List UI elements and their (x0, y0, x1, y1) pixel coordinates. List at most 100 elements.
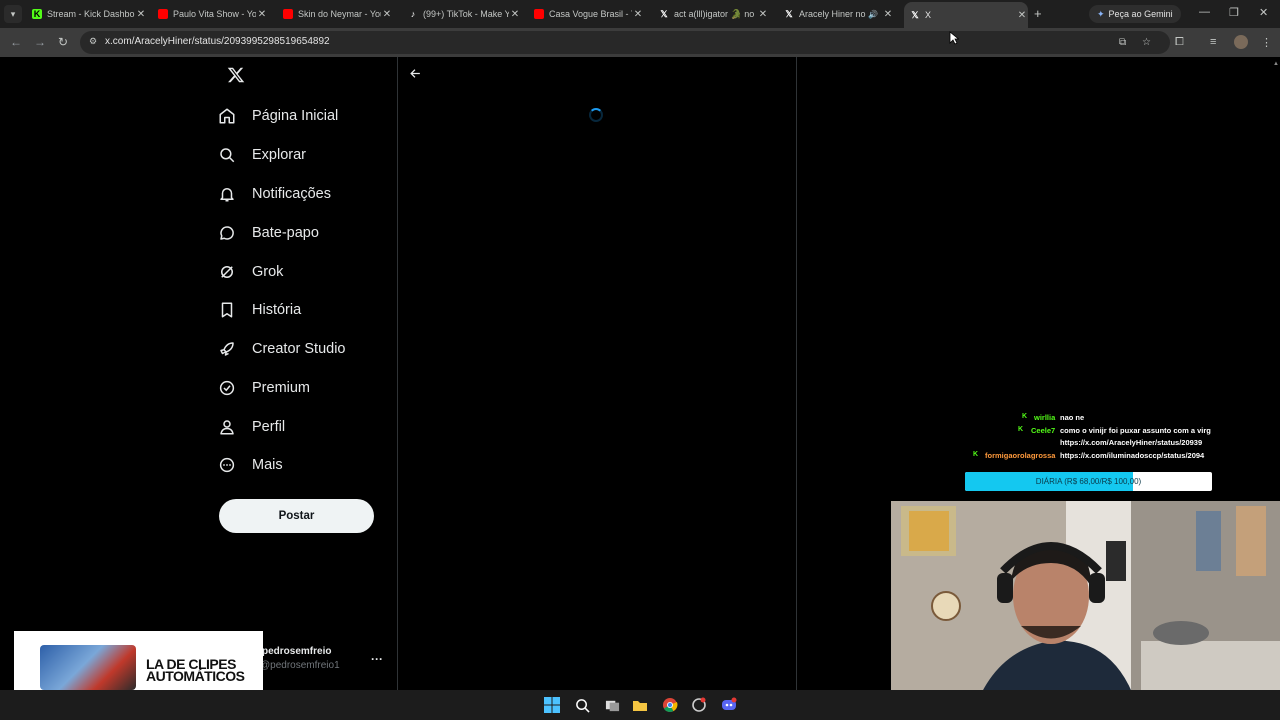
close-icon[interactable]: ✕ (632, 9, 644, 20)
tab-x-alligator[interactable]: 𝕏 act a(lll)igator 🐊 no ✕ (659, 4, 769, 24)
chrome-icon[interactable] (661, 696, 679, 714)
tab-search-button[interactable]: ▾ (4, 5, 22, 23)
tab-tiktok[interactable]: ♪ (99+) TikTok - Make Y ✕ (408, 4, 521, 24)
tab-title: X (925, 10, 932, 20)
goal-label: DIÁRIA (R$ 68,00/R$ 100,00) (1035, 477, 1142, 486)
back-arrow-icon[interactable] (409, 67, 422, 83)
kick-icon: K (973, 451, 979, 458)
nav-notifications[interactable]: Notificações (218, 176, 331, 212)
nav-profile[interactable]: Perfil (218, 409, 285, 445)
close-icon[interactable]: ✕ (256, 9, 268, 20)
tab-youtube-neymar[interactable]: Skin do Neymar - You ✕ (283, 4, 393, 24)
rocket-icon (218, 337, 252, 361)
chat-username: Ceele7 (1031, 426, 1056, 435)
nav-creator-studio[interactable]: Creator Studio (218, 331, 346, 367)
nav-premium[interactable]: Premium (218, 370, 310, 406)
nav-label: Creator Studio (252, 341, 346, 357)
chat-text: https://x.com/AracelyHiner/status/20939 (1060, 438, 1203, 447)
restore-icon[interactable]: ❐ (1229, 6, 1239, 19)
windows-start-icon[interactable] (543, 696, 561, 714)
ask-gemini-button[interactable]: ✦ Peça ao Gemini (1089, 5, 1181, 23)
kebab-menu-icon[interactable]: ⋮ (1261, 36, 1272, 49)
bookmark-star-icon[interactable]: ☆ (1142, 37, 1151, 48)
account-name: pedrosemfreio (262, 646, 332, 657)
chat-text: nao ne (1060, 413, 1085, 422)
nav-grok[interactable]: Grok (218, 254, 283, 290)
webcam-scene (891, 501, 1280, 720)
gemini-sparkle-icon: ✦ (1097, 8, 1105, 19)
install-app-icon[interactable]: ⧉ (1119, 37, 1126, 48)
close-icon[interactable]: ✕ (1016, 10, 1028, 21)
speaker-icon[interactable]: 🔊 (868, 10, 878, 19)
scroll-up-arrow-icon[interactable]: ▲ (1273, 61, 1279, 67)
window-close-icon[interactable]: ✕ (1259, 6, 1268, 19)
tab-x-aracely[interactable]: 𝕏 Aracely Hiner no X 🔊 ✕ (784, 4, 894, 24)
taskbar-search-icon[interactable] (573, 696, 591, 714)
kick-icon: K (1022, 413, 1028, 420)
home-icon (218, 104, 252, 128)
loading-spinner (589, 108, 603, 122)
nav-label: Explorar (252, 147, 306, 163)
youtube-icon (158, 9, 168, 19)
address-bar[interactable]: ⚙ x.com/AracelyHiner/status/209399529851… (80, 31, 1170, 54)
extensions-icon[interactable]: ⧠ (1175, 36, 1184, 49)
tab-youtube-casa-vogue[interactable]: Casa Vogue Brasil - Yo ✕ (534, 4, 644, 24)
tab-title: Aracely Hiner no X (799, 9, 869, 19)
nav-more[interactable]: Mais (218, 447, 283, 483)
x-logo-icon[interactable] (227, 66, 249, 88)
youtube-icon (534, 9, 544, 19)
nav-label: Grok (252, 264, 284, 280)
youtube-icon (283, 9, 293, 19)
tab-title: Skin do Neymar - You (298, 9, 381, 19)
nav-explore[interactable]: Explorar (218, 137, 306, 173)
close-icon[interactable]: ✕ (757, 9, 769, 20)
browser-toolbar: ← → ↻ ⚙ x.com/AracelyHiner/status/209399… (0, 28, 1280, 57)
nav-label: Perfil (252, 419, 286, 435)
post-button[interactable]: Postar (219, 499, 374, 533)
nav-label: História (252, 302, 302, 318)
tab-title: Paulo Vita Show - Yo (173, 9, 256, 19)
close-icon[interactable]: ✕ (509, 9, 521, 20)
discord-icon[interactable] (720, 696, 738, 714)
reload-icon[interactable]: ↻ (58, 35, 68, 49)
chat-message: https://x.com/AracelyHiner/status/20939 (1060, 438, 1212, 450)
app-icon[interactable] (690, 696, 708, 714)
close-icon[interactable]: ✕ (135, 9, 147, 20)
browser-tabstrip: ▾ K Stream - Kick Dashbo ✕ Paulo Vita Sh… (0, 0, 1280, 28)
new-tab-plus-icon[interactable]: + (1034, 6, 1042, 21)
nav-chat[interactable]: Bate-papo (218, 215, 319, 251)
nav-home[interactable]: Página Inicial (218, 98, 338, 134)
file-explorer-icon[interactable] (631, 696, 649, 714)
chat-text: como o vinijr foi puxar assunto com a vi… (1060, 426, 1211, 435)
more-horizontal-icon[interactable]: ··· (371, 652, 383, 666)
close-icon[interactable]: ✕ (882, 9, 894, 20)
minimize-icon[interactable]: — (1199, 6, 1210, 18)
nav-history[interactable]: História (218, 292, 301, 328)
media-controls-icon[interactable]: ≡ (1210, 36, 1216, 48)
chat-message: K formigaorolagrossa https://x.com/ilumi… (973, 451, 1213, 463)
chat-username: formigaorolagrossa (985, 451, 1056, 460)
mouse-cursor-icon (949, 31, 959, 45)
nav-label: Mais (252, 457, 283, 473)
tab-title: act a(lll)igator 🐊 no (674, 8, 755, 19)
tab-kick-dashboard[interactable]: K Stream - Kick Dashbo ✕ (32, 4, 147, 24)
x-icon: 𝕏 (785, 8, 793, 19)
nav-label: Notificações (252, 186, 331, 202)
url-text[interactable]: x.com/AracelyHiner/status/20939952985196… (105, 36, 330, 47)
back-arrow-icon[interactable]: ← (10, 35, 22, 49)
site-settings-icon[interactable]: ⚙ (89, 36, 99, 46)
profile-avatar-icon[interactable] (1234, 35, 1248, 49)
account-handle: @pedrosemfreio1 (260, 660, 340, 671)
task-view-icon[interactable] (603, 696, 621, 714)
tab-youtube-paulo-vita[interactable]: Paulo Vita Show - Yo ✕ (158, 4, 268, 24)
tiktok-icon: ♪ (410, 9, 416, 19)
tab-x-active[interactable]: 𝕏 X ✕ (904, 2, 1028, 28)
tab-title: Stream - Kick Dashbo (47, 9, 135, 19)
forward-arrow-icon[interactable]: → (34, 35, 46, 49)
grok-icon (218, 260, 252, 284)
windows-taskbar (0, 690, 1280, 720)
close-icon[interactable]: ✕ (381, 9, 393, 20)
verified-badge-icon (218, 376, 252, 400)
nav-label: Bate-papo (252, 225, 319, 241)
promo-thumbnail (40, 645, 136, 690)
